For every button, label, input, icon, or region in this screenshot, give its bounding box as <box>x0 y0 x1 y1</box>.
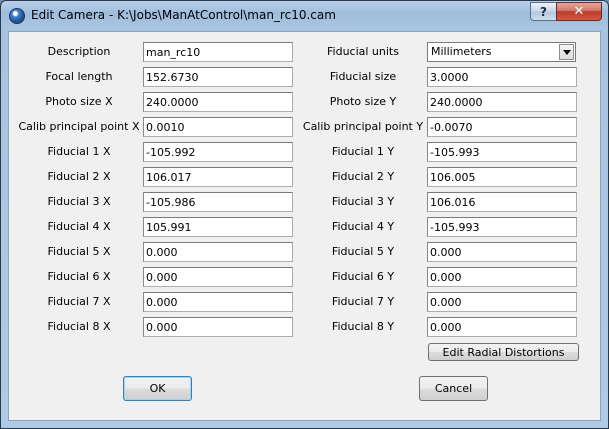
fiducial-units-value: Millimeters <box>431 45 492 58</box>
window-title: Edit Camera - K:\Jobs\ManAtControl\man_r… <box>31 8 336 22</box>
close-button[interactable]: ✕ <box>556 2 602 21</box>
fiducial-2-y-field[interactable] <box>427 167 577 187</box>
cancel-button[interactable]: Cancel <box>419 376 488 401</box>
ok-button[interactable]: OK <box>123 376 192 401</box>
calib-principal-point-y-field[interactable] <box>427 117 577 137</box>
dialog-body: Description Focal length Photo size X Ca… <box>8 31 601 421</box>
fiducial-8-y-field[interactable] <box>427 317 577 337</box>
app-icon <box>9 8 25 24</box>
chevron-down-icon[interactable] <box>559 44 574 60</box>
fiducial-6-y-field[interactable] <box>427 267 577 287</box>
edit-radial-distortions-button[interactable]: Edit Radial Distortions <box>428 343 579 361</box>
photo-size-y-field[interactable] <box>427 92 577 112</box>
fiducial-7-y-field[interactable] <box>427 292 577 312</box>
edit-camera-window: Edit Camera - K:\Jobs\ManAtControl\man_r… <box>0 0 609 429</box>
fiducial-1-y-field[interactable] <box>427 142 577 162</box>
fiducial-4-y-field[interactable] <box>427 217 577 237</box>
fiducial-size-field[interactable] <box>427 67 577 87</box>
fiducial-5-y-field[interactable] <box>427 242 577 262</box>
fiducial-units-select[interactable]: Millimeters <box>427 42 576 62</box>
help-button[interactable]: ? <box>530 2 557 21</box>
fiducial-3-y-field[interactable] <box>427 192 577 212</box>
title-bar[interactable]: Edit Camera - K:\Jobs\ManAtControl\man_r… <box>1 1 608 31</box>
